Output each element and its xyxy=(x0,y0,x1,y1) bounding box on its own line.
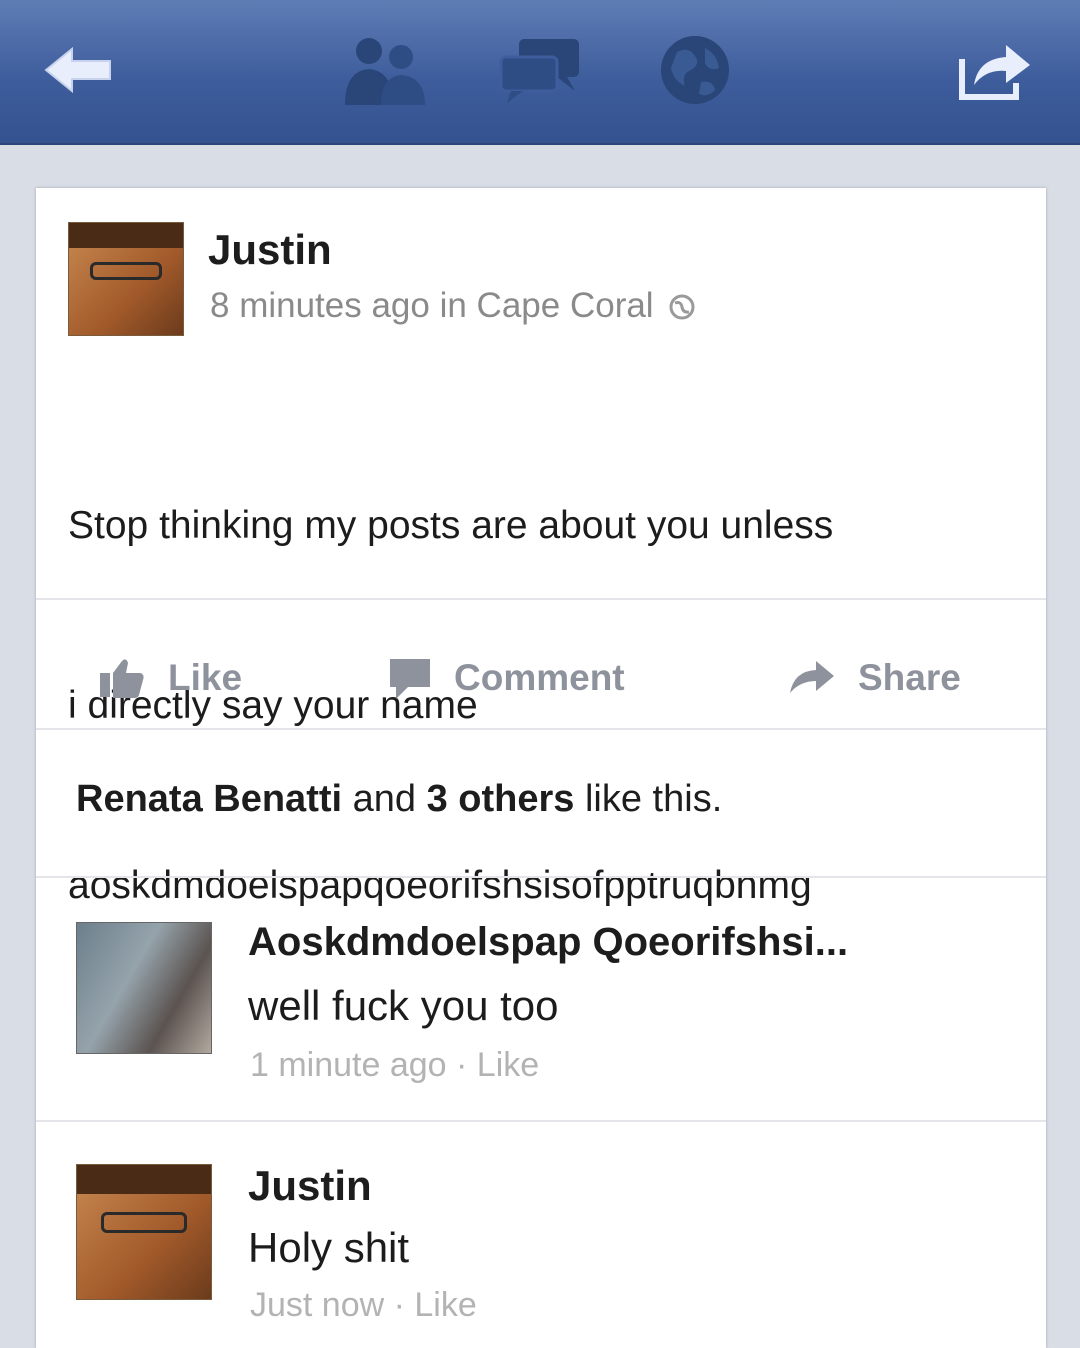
globe-icon xyxy=(661,36,729,104)
liker-name[interactable]: Renata Benatti xyxy=(76,778,342,820)
share-button[interactable]: Share xyxy=(788,628,961,728)
post-line-3: aoskdmdoelspapqoeorifshsisofpptruqbnmg xyxy=(68,864,812,907)
messages-icon xyxy=(499,39,579,103)
avatar-hair xyxy=(77,1165,211,1195)
avatar-glasses xyxy=(101,1211,187,1234)
comment-button[interactable]: Comment xyxy=(388,628,625,728)
top-nav-bar xyxy=(0,0,1080,145)
likes-others-count[interactable]: 3 others xyxy=(427,778,575,820)
friends-icon xyxy=(345,38,425,105)
avatar-hair xyxy=(69,223,183,248)
comment-meta[interactable]: 1 minute ago · Like xyxy=(250,1046,539,1085)
back-button[interactable] xyxy=(38,25,118,115)
like-button[interactable]: Like xyxy=(98,628,242,728)
globe-small-icon xyxy=(669,294,695,320)
notifications-button[interactable] xyxy=(650,25,740,115)
messages-button[interactable] xyxy=(495,25,585,115)
post-divider xyxy=(36,598,1046,600)
reply-meta[interactable]: Just now · Like xyxy=(250,1286,477,1325)
comment-divider xyxy=(36,1120,1046,1122)
comment-author-name[interactable]: Aoskdmdoelspap Qoeorifshsi... xyxy=(248,920,848,965)
post-author-name[interactable]: Justin xyxy=(208,226,332,274)
likes-and: and xyxy=(342,778,427,820)
comment-bubble-icon xyxy=(390,659,430,699)
actions-divider xyxy=(36,728,1046,730)
share-out-button[interactable] xyxy=(950,25,1040,115)
thumbs-up-icon xyxy=(100,659,144,698)
reply-author-name[interactable]: Justin xyxy=(248,1162,372,1210)
share-out-icon xyxy=(959,45,1030,100)
post-meta: 8 minutes ago in Cape Coral xyxy=(210,286,695,326)
likes-summary[interactable]: Renata Benatti and 3 others like this. xyxy=(76,778,722,821)
comment-label: Comment xyxy=(454,657,625,698)
post-timestamp-location: 8 minutes ago in Cape Coral xyxy=(210,286,654,325)
share-arrow-icon xyxy=(790,661,834,693)
friend-requests-button[interactable] xyxy=(335,25,435,115)
post-line-1: Stop thinking my posts are about you unl… xyxy=(68,504,834,547)
post-card: Justin 8 minutes ago in Cape Coral Stop … xyxy=(36,188,1046,1348)
commenter-avatar[interactable] xyxy=(76,922,212,1054)
likes-divider xyxy=(36,876,1046,878)
share-label: Share xyxy=(858,657,961,698)
comment-text: well fuck you too xyxy=(248,982,559,1029)
like-label: Like xyxy=(168,657,243,698)
reply-text: Holy shit xyxy=(248,1224,410,1271)
author-avatar[interactable] xyxy=(68,222,184,336)
back-arrow-icon xyxy=(44,46,111,94)
avatar-glasses xyxy=(89,262,163,281)
post-actions: Like Comment Share xyxy=(36,628,1046,728)
likes-suffix: like this. xyxy=(574,778,723,820)
reply-author-avatar[interactable] xyxy=(76,1164,212,1300)
